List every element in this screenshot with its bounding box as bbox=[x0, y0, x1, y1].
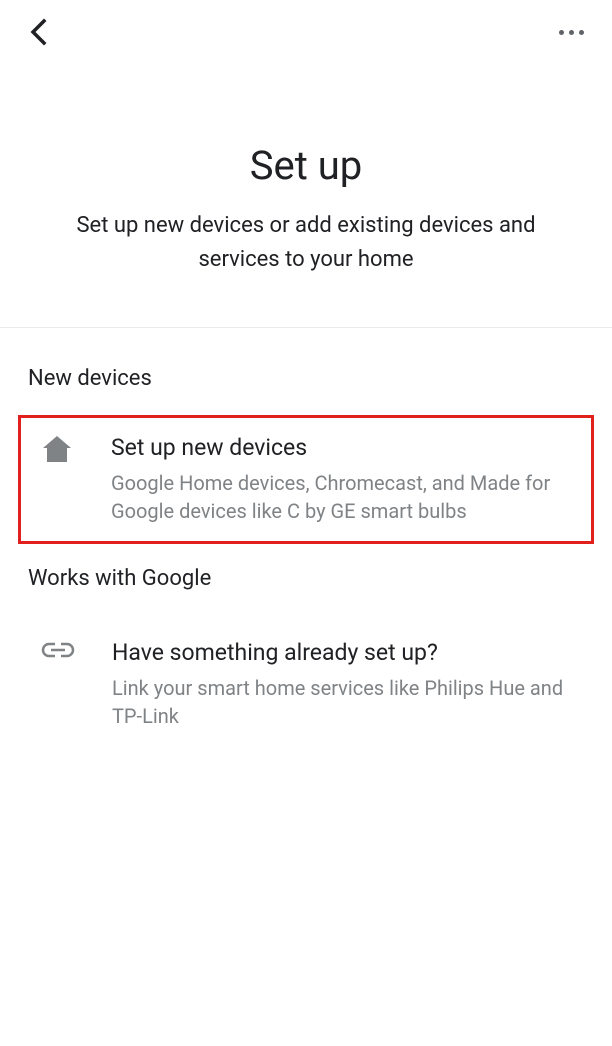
option-title: Set up new devices bbox=[111, 434, 569, 461]
section-header-works-with: Works with Google bbox=[28, 566, 584, 591]
divider bbox=[0, 327, 612, 328]
page-subtitle: Set up new devices or add existing devic… bbox=[40, 209, 572, 277]
link-icon bbox=[34, 639, 82, 659]
dot-icon bbox=[559, 30, 564, 35]
new-devices-section: New devices Set up new devices Google Ho… bbox=[0, 366, 612, 748]
option-description: Link your smart home services like Phili… bbox=[112, 674, 568, 730]
more-options-button[interactable] bbox=[555, 22, 588, 43]
option-description: Google Home devices, Chromecast, and Mad… bbox=[111, 469, 569, 525]
chevron-left-icon bbox=[29, 18, 47, 46]
back-button[interactable] bbox=[24, 18, 52, 46]
option-title: Have something already set up? bbox=[112, 639, 568, 666]
dot-icon bbox=[569, 30, 574, 35]
link-services-option[interactable]: Have something already set up? Link your… bbox=[28, 621, 584, 748]
option-text: Set up new devices Google Home devices, … bbox=[111, 434, 569, 525]
header-bar bbox=[0, 0, 612, 58]
dot-icon bbox=[579, 30, 584, 35]
page-title: Set up bbox=[40, 142, 572, 189]
option-text: Have something already set up? Link your… bbox=[112, 639, 568, 730]
setup-new-devices-option[interactable]: Set up new devices Google Home devices, … bbox=[18, 415, 594, 544]
section-header-new-devices: New devices bbox=[28, 366, 584, 391]
home-icon bbox=[33, 434, 81, 462]
title-section: Set up Set up new devices or add existin… bbox=[0, 58, 612, 327]
